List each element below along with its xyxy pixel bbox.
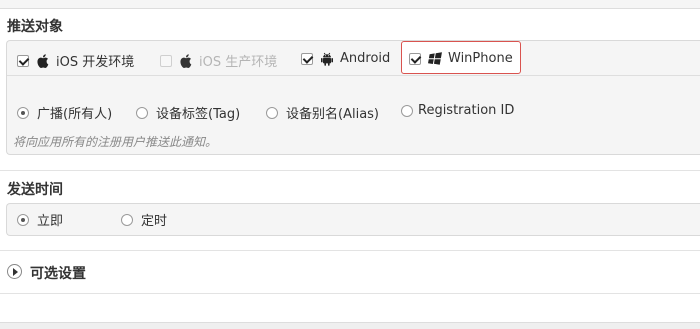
section-divider (0, 170, 700, 171)
platform-ios-prod[interactable]: iOS 生产环境 (160, 51, 277, 70)
tag-label: 设备标签(Tag) (156, 107, 241, 122)
alias-radio[interactable] (266, 106, 278, 119)
audience-registration-id[interactable]: Registration ID (401, 103, 514, 118)
registration-id-radio[interactable] (401, 104, 413, 117)
apple-icon (36, 53, 50, 68)
top-toolbar-strip (0, 0, 700, 9)
windows-icon (428, 52, 442, 66)
android-checkbox[interactable] (301, 52, 313, 65)
ios-prod-checkbox[interactable] (160, 54, 172, 67)
target-section-title: 推送对象 (7, 19, 63, 35)
ios-prod-label: iOS 生产环境 (199, 55, 278, 70)
platform-android[interactable]: Android (301, 51, 390, 66)
tag-radio[interactable] (136, 106, 148, 119)
apple-icon (179, 53, 193, 68)
expand-toggle-icon[interactable] (7, 264, 22, 279)
bottom-strip (0, 322, 700, 329)
optional-section-title[interactable]: 可选设置 (30, 263, 86, 283)
scheduled-radio[interactable] (121, 213, 133, 226)
scheduled-label: 定时 (141, 214, 168, 229)
audience-broadcast[interactable]: 广播(所有人) (17, 103, 112, 122)
immediate-label: 立即 (37, 214, 64, 229)
platform-winphone[interactable]: WinPhone (409, 51, 513, 66)
winphone-label: WinPhone (448, 51, 513, 66)
broadcast-label: 广播(所有人) (37, 107, 113, 122)
platform-ios-dev[interactable]: iOS 开发环境 (17, 51, 134, 70)
time-section-title: 发送时间 (7, 182, 63, 198)
ios-dev-label: iOS 开发环境 (56, 55, 135, 70)
audience-tag[interactable]: 设备标签(Tag) (136, 103, 240, 122)
audience-alias[interactable]: 设备别名(Alias) (266, 103, 379, 122)
time-panel (6, 203, 700, 236)
platform-divider (7, 75, 700, 76)
android-icon (320, 52, 334, 66)
time-immediate[interactable]: 立即 (17, 210, 63, 229)
section-divider (0, 293, 700, 294)
immediate-radio[interactable] (17, 213, 29, 226)
audience-note: 将向应用所有的注册用户推送此通知。 (13, 135, 218, 149)
android-label: Android (340, 51, 391, 66)
registration-id-label: Registration ID (418, 103, 515, 118)
section-divider (0, 250, 700, 251)
alias-label: 设备别名(Alias) (286, 107, 379, 122)
winphone-checkbox[interactable] (409, 52, 421, 65)
ios-dev-checkbox[interactable] (17, 54, 29, 67)
broadcast-radio[interactable] (17, 106, 29, 119)
time-scheduled[interactable]: 定时 (121, 210, 167, 229)
